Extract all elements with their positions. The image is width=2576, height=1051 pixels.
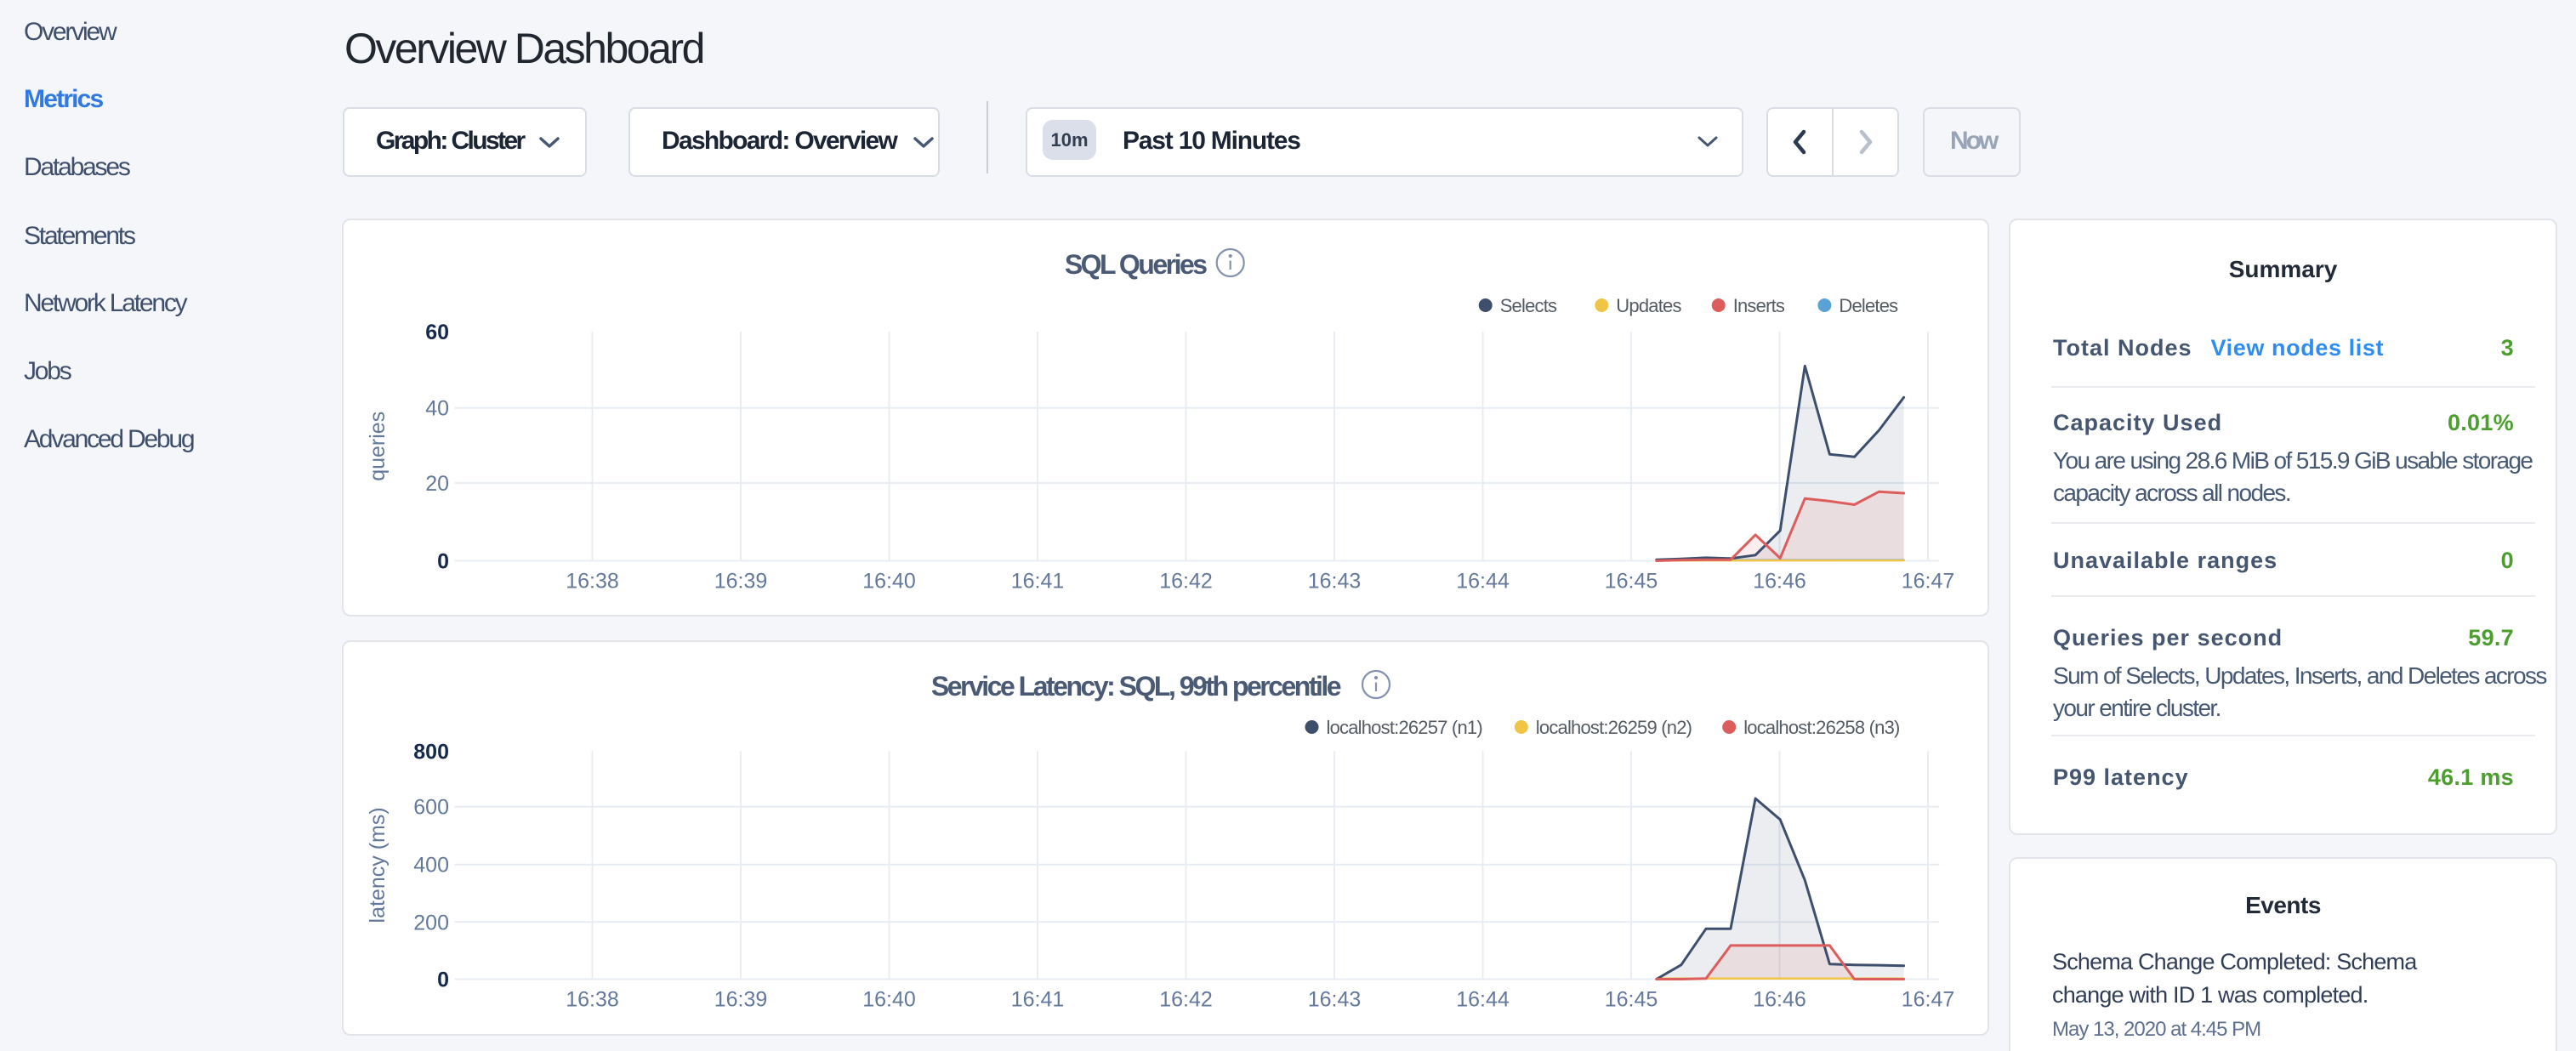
svg-text:Selects: Selects <box>1500 295 1557 316</box>
svg-text:16:40: 16:40 <box>862 570 916 594</box>
svg-text:16:42: 16:42 <box>1159 570 1213 594</box>
svg-text:Deletes: Deletes <box>1839 295 1898 316</box>
svg-text:16:42: 16:42 <box>1159 988 1213 1012</box>
svg-text:0: 0 <box>437 550 449 574</box>
svg-text:Updates: Updates <box>1616 295 1681 316</box>
svg-text:latency (ms): latency (ms) <box>366 807 390 923</box>
svg-text:16:43: 16:43 <box>1308 988 1362 1012</box>
svg-text:60: 60 <box>425 321 449 344</box>
svg-text:16:44: 16:44 <box>1456 988 1510 1012</box>
svg-text:16:44: 16:44 <box>1456 570 1510 594</box>
svg-text:16:46: 16:46 <box>1753 570 1806 594</box>
svg-text:16:43: 16:43 <box>1308 570 1362 594</box>
svg-text:SQL Queries: SQL Queries <box>1065 249 1207 280</box>
svg-text:16:46: 16:46 <box>1753 988 1806 1012</box>
svg-text:localhost:26259 (n2): localhost:26259 (n2) <box>1536 717 1692 738</box>
svg-text:16:40: 16:40 <box>862 988 916 1012</box>
svg-text:16:38: 16:38 <box>566 570 619 594</box>
svg-text:localhost:26257 (n1): localhost:26257 (n1) <box>1327 717 1482 738</box>
svg-text:Service Latency: SQL, 99th per: Service Latency: SQL, 99th percentile <box>931 671 1341 702</box>
svg-text:16:39: 16:39 <box>714 570 768 594</box>
svg-text:16:47: 16:47 <box>1902 988 1955 1012</box>
svg-text:40: 40 <box>425 397 449 421</box>
svg-text:16:41: 16:41 <box>1011 570 1065 594</box>
svg-text:16:45: 16:45 <box>1605 988 1658 1012</box>
svg-text:queries: queries <box>366 412 390 481</box>
svg-text:0: 0 <box>437 969 449 992</box>
svg-text:localhost:26258 (n3): localhost:26258 (n3) <box>1743 717 1899 738</box>
svg-text:800: 800 <box>413 740 449 764</box>
svg-text:16:38: 16:38 <box>566 988 619 1012</box>
svg-text:16:47: 16:47 <box>1902 570 1955 594</box>
svg-text:400: 400 <box>413 854 449 878</box>
svg-text:16:41: 16:41 <box>1011 988 1065 1012</box>
svg-text:600: 600 <box>413 796 449 820</box>
svg-text:Inserts: Inserts <box>1733 295 1785 316</box>
svg-text:16:39: 16:39 <box>714 988 768 1012</box>
svg-text:20: 20 <box>425 472 449 496</box>
svg-text:16:45: 16:45 <box>1605 570 1658 594</box>
svg-text:200: 200 <box>413 911 449 935</box>
